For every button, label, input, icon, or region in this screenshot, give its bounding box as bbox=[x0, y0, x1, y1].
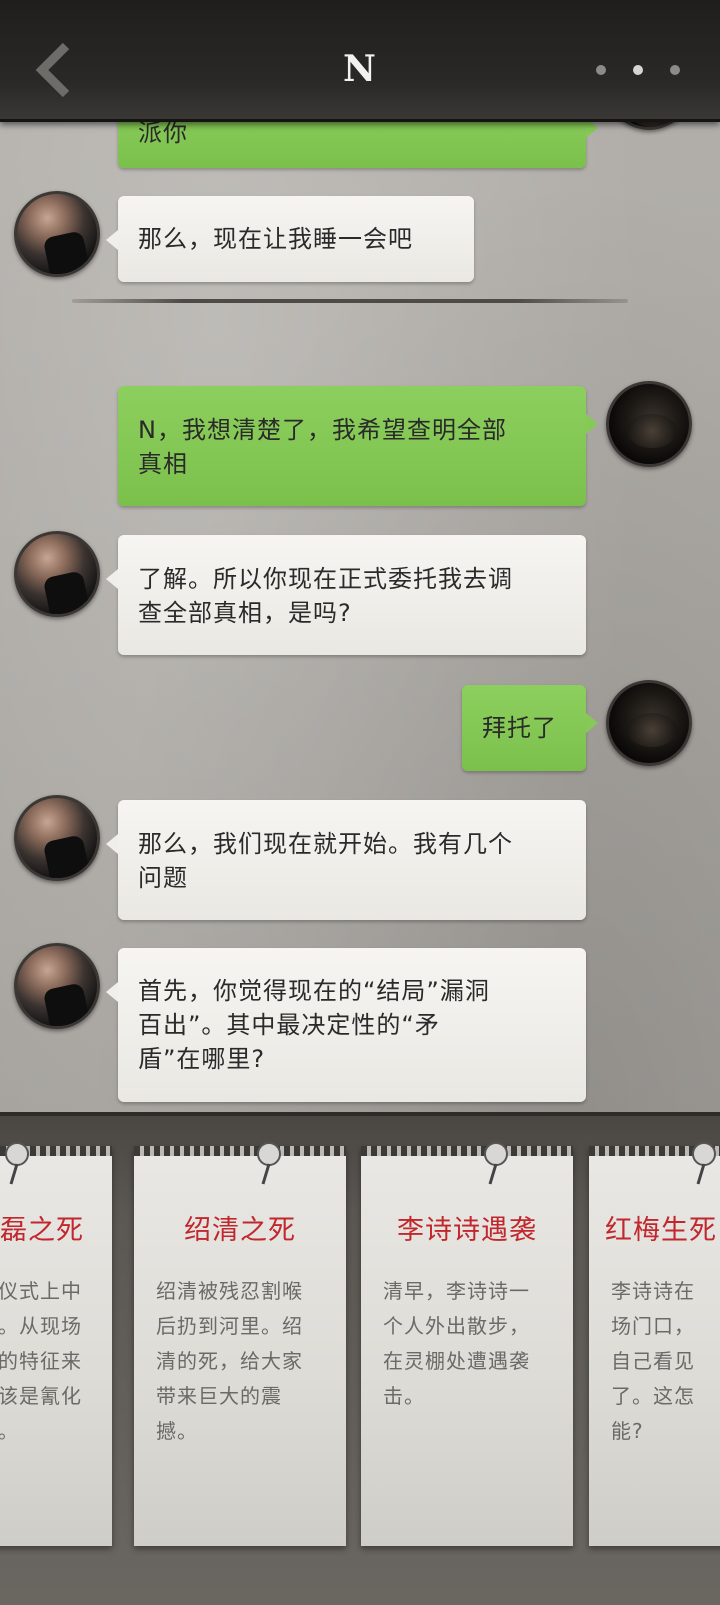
pin-icon bbox=[5, 1142, 29, 1185]
pin-icon bbox=[484, 1142, 508, 1185]
card-binding-strip bbox=[361, 1146, 573, 1156]
chat-bubble-n: 那么，现在让我睡一会吧 bbox=[106, 196, 474, 282]
card-title: 李诗诗遇袭 bbox=[397, 1215, 537, 1246]
message-text: 盾”在哪里? bbox=[138, 1045, 266, 1073]
card-line: 了。这怎 bbox=[611, 1384, 695, 1408]
chat-bubble-me: 拜托了 bbox=[462, 685, 598, 771]
card-line: 自己看见 bbox=[611, 1349, 695, 1373]
chat-bubble-n: 那么，我们现在就开始。我有几个 问题 bbox=[106, 800, 586, 920]
pin-icon bbox=[692, 1142, 716, 1185]
card-binding-strip bbox=[134, 1146, 346, 1156]
chat-area[interactable]: 派你 那么，现在让我睡一会吧 N，我想清楚了，我希望查明全部 真相 了解。所以你… bbox=[0, 0, 720, 1138]
card-text: 李诗诗在 场门口， 自己看见 了。这怎 能? bbox=[611, 1274, 720, 1449]
clue-card[interactable]: 磊之死 仪式上中 。从现场 的特征来 该是氰化 。 bbox=[0, 1142, 112, 1546]
more-options-button[interactable] bbox=[596, 58, 680, 82]
message-text: 那么，现在让我睡一会吧 bbox=[138, 225, 413, 253]
card-line: 绍清被残忍割喉 bbox=[156, 1279, 303, 1303]
card-line: 。 bbox=[0, 1419, 19, 1443]
card-line: 在灵棚处遭遇袭 bbox=[383, 1349, 530, 1373]
card-line: 带来巨大的震 bbox=[156, 1384, 282, 1408]
card-line: 场门口， bbox=[611, 1314, 695, 1338]
clue-card[interactable]: 李诗诗遇袭 清早，李诗诗一 个人外出散步， 在灵棚处遭遇袭 击。 bbox=[361, 1142, 573, 1546]
more-dot-icon bbox=[596, 65, 606, 75]
n-avatar[interactable] bbox=[14, 943, 100, 1029]
message-text: 问题 bbox=[138, 864, 188, 892]
card-line: 仪式上中 bbox=[0, 1279, 82, 1303]
chat-bubble-n: 了解。所以你现在正式委托我去调 查全部真相，是吗? bbox=[106, 535, 586, 655]
n-avatar[interactable] bbox=[14, 191, 100, 277]
card-title: 磊之死 bbox=[0, 1215, 84, 1246]
card-line: 。从现场 bbox=[0, 1314, 82, 1338]
card-title: 绍清之死 bbox=[184, 1215, 296, 1246]
card-text: 绍清被残忍割喉 后扔到河里。绍 清的死，给大家 带来巨大的震 撼。 bbox=[156, 1274, 326, 1449]
message-text: 真相 bbox=[138, 450, 188, 478]
more-dot-icon bbox=[670, 65, 680, 75]
card-text: 清早，李诗诗一 个人外出散步， 在灵棚处遭遇袭 击。 bbox=[383, 1274, 553, 1414]
message-text: 查全部真相，是吗? bbox=[138, 599, 352, 627]
chat-bubble-n: 首先，你觉得现在的“结局”漏洞 百出”。其中最决定性的“矛 盾”在哪里? bbox=[106, 948, 586, 1102]
message-text: 百出”。其中最决定性的“矛 bbox=[138, 1011, 440, 1039]
card-line: 个人外出散步， bbox=[383, 1314, 530, 1338]
message-text: 那么，我们现在就开始。我有几个 bbox=[138, 830, 513, 858]
n-avatar[interactable] bbox=[14, 531, 100, 617]
card-line: 的特征来 bbox=[0, 1349, 82, 1373]
card-line: 后扔到河里。绍 bbox=[156, 1314, 303, 1338]
message-text: 了解。所以你现在正式委托我去调 bbox=[138, 565, 513, 593]
n-avatar[interactable] bbox=[14, 795, 100, 881]
card-line: 清的死，给大家 bbox=[156, 1349, 303, 1373]
card-line: 能? bbox=[611, 1419, 644, 1443]
card-line: 李诗诗在 bbox=[611, 1279, 695, 1303]
pin-icon bbox=[257, 1142, 281, 1185]
clue-cards-tray[interactable]: 磊之死 仪式上中 。从现场 的特征来 该是氰化 。 绍清之死 绍清被残忍割喉 后… bbox=[0, 1112, 720, 1605]
card-line: 该是氰化 bbox=[0, 1384, 82, 1408]
player-avatar[interactable] bbox=[606, 680, 692, 766]
clue-card[interactable]: 绍清之死 绍清被残忍割喉 后扔到河里。绍 清的死，给大家 带来巨大的震 撼。 bbox=[134, 1142, 346, 1546]
card-title: 红梅生死 bbox=[605, 1215, 717, 1246]
card-line: 撼。 bbox=[156, 1419, 198, 1443]
card-line: 击。 bbox=[383, 1384, 425, 1408]
card-text: 仪式上中 。从现场 的特征来 该是氰化 。 bbox=[0, 1274, 92, 1449]
player-avatar[interactable] bbox=[606, 381, 692, 467]
message-text: 拜托了 bbox=[482, 714, 557, 742]
chat-bubble-me: N，我想清楚了，我希望查明全部 真相 bbox=[118, 386, 598, 506]
message-text: 首先，你觉得现在的“结局”漏洞 bbox=[138, 977, 490, 1005]
card-line: 清早，李诗诗一 bbox=[383, 1279, 530, 1303]
more-dot-icon bbox=[633, 65, 643, 75]
message-text: N，我想清楚了，我希望查明全部 bbox=[138, 416, 507, 444]
chapter-divider bbox=[72, 299, 628, 303]
top-bar: N bbox=[0, 0, 720, 122]
clue-card[interactable]: 红梅生死 李诗诗在 场门口， 自己看见 了。这怎 能? bbox=[589, 1142, 720, 1546]
